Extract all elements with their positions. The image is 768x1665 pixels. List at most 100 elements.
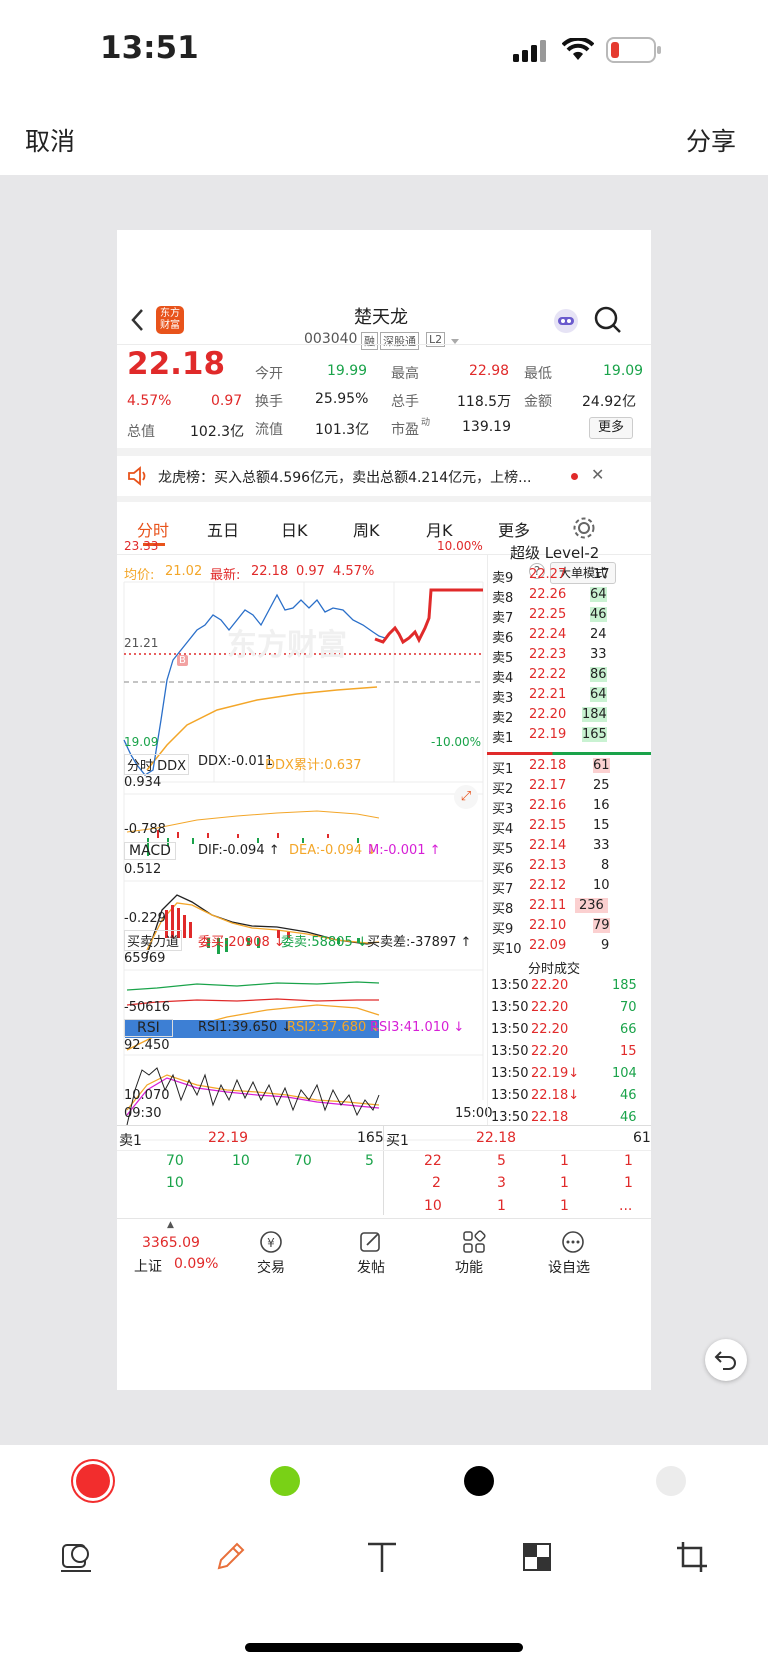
queue-sell-price: 22.19	[208, 1130, 249, 1146]
turnover-value: 25.95%	[315, 391, 369, 407]
trade-vol: 46	[620, 1110, 637, 1125]
bid-label: 买2	[492, 782, 514, 797]
trade-icon[interactable]: ¥	[258, 1230, 284, 1254]
index-name: 上证	[134, 1259, 162, 1275]
ask-price: 22.20	[529, 707, 567, 722]
queue-buy-label: 买1	[386, 1133, 409, 1149]
queue-sell-item: 10	[166, 1175, 184, 1191]
post-icon[interactable]	[358, 1230, 384, 1254]
bid-label: 买3	[492, 802, 514, 817]
bid-vol: 10	[593, 878, 610, 893]
ask-label: 卖1	[492, 731, 514, 746]
function-label[interactable]: 功能	[455, 1257, 483, 1277]
more-quote-button[interactable]: 更多	[589, 417, 634, 439]
ask-vol: 46	[590, 607, 607, 622]
search-icon[interactable]	[593, 305, 623, 335]
tab-more[interactable]: 更多	[498, 517, 530, 541]
crop-icon[interactable]	[675, 1540, 709, 1574]
tab-5day[interactable]: 五日	[207, 517, 239, 541]
expand-icon[interactable]: ⤢	[454, 785, 478, 809]
bid-label: 买9	[492, 922, 514, 937]
color-green-swatch[interactable]	[270, 1466, 300, 1496]
trade-vol: 46	[620, 1088, 637, 1103]
trade-time: 13:50	[491, 1022, 529, 1037]
bid-price: 22.15	[529, 818, 567, 833]
tag-connect: 深股通	[380, 332, 419, 350]
queue-sell-total: 165	[357, 1130, 384, 1146]
markup-layers-icon[interactable]	[60, 1540, 94, 1574]
tab-monthly[interactable]: 月K	[426, 517, 453, 541]
ask-price: 22.22	[529, 667, 567, 682]
undo-button[interactable]	[705, 1339, 747, 1381]
unread-dot	[571, 473, 578, 480]
text-tool-icon[interactable]	[365, 1540, 399, 1574]
volume-value: 118.5万	[457, 394, 512, 410]
bid-vol: 33	[593, 838, 610, 853]
watch-label[interactable]: 设自选	[548, 1257, 590, 1277]
queue-buy-item: 1	[560, 1198, 569, 1214]
rsi-selector[interactable]: RSI	[124, 1019, 173, 1037]
force-diff: 买卖差:-37897 ↑	[367, 935, 472, 950]
back-icon[interactable]	[129, 308, 145, 332]
trades-title[interactable]: 分时成交	[528, 958, 580, 977]
queue-sell-item: 70	[166, 1153, 184, 1169]
bid-vol: 8	[601, 858, 610, 873]
cancel-button[interactable]: 取消	[25, 122, 75, 158]
macd-dif: DIF:-0.094 ↑	[198, 843, 280, 858]
queue-buy-item: 1	[560, 1153, 569, 1169]
tab-daily[interactable]: 日K	[281, 517, 308, 541]
function-icon[interactable]	[462, 1230, 488, 1254]
battery-icon	[606, 37, 661, 63]
post-label[interactable]: 发帖	[357, 1257, 385, 1277]
color-white-swatch[interactable]	[656, 1466, 686, 1496]
gear-icon[interactable]	[572, 516, 596, 540]
color-black-swatch[interactable]	[464, 1466, 494, 1496]
queue-buy-item: 1	[560, 1175, 569, 1191]
ddx-axis-bottom: -0.788	[124, 822, 166, 837]
dragon-tiger-notice[interactable]: 龙虎榜：买入总额4.596亿元，卖出总额4.214亿元，上榜...	[158, 467, 532, 487]
pct-axis-top: 10.00%	[437, 539, 483, 553]
cellular-signal-icon	[513, 40, 546, 62]
ddx-selector[interactable]: 分时 DDX	[124, 754, 190, 775]
tab-intraday[interactable]: 分时	[137, 517, 169, 541]
bid-price: 22.17	[529, 778, 567, 793]
low-value: 19.09	[603, 363, 644, 379]
queue-sell-item: 70	[294, 1153, 312, 1169]
time-axis-start: 09:30	[124, 1106, 162, 1121]
color-palette	[0, 1445, 768, 1517]
macd-selector[interactable]: MACD	[124, 842, 176, 860]
close-icon[interactable]: ✕	[591, 465, 604, 484]
buy-marker[interactable]: B	[177, 655, 188, 666]
tab-weekly[interactable]: 周K	[353, 517, 380, 541]
trade-vol: 15	[620, 1044, 637, 1059]
queue-buy-item: 1	[497, 1198, 506, 1214]
macd-axis-top: 0.512	[124, 862, 162, 877]
color-red-swatch[interactable]	[76, 1464, 110, 1498]
trade-price: 22.20	[531, 1044, 569, 1059]
index-value[interactable]: 3365.09	[142, 1235, 200, 1251]
bid-label: 买4	[492, 822, 514, 837]
editor-toolbar	[0, 1517, 768, 1665]
mosaic-icon[interactable]	[522, 1542, 552, 1572]
ask-label: 卖5	[492, 651, 514, 666]
robot-assistant-icon[interactable]	[551, 306, 581, 336]
bid-price: 22.14	[529, 838, 567, 853]
share-button[interactable]: 分享	[686, 122, 736, 158]
ask-price: 22.21	[529, 687, 567, 702]
force-selector[interactable]: 买卖力道	[124, 930, 183, 951]
bid-label: 买10	[492, 942, 522, 957]
queue-sell-item: 5	[365, 1153, 374, 1169]
queue-buy-item: 5	[497, 1153, 506, 1169]
trade-time: 13:50	[491, 978, 529, 993]
trade-time: 13:50	[491, 1110, 529, 1125]
trade-price: 22.18↓	[531, 1088, 580, 1103]
more-dots-icon[interactable]	[560, 1230, 586, 1254]
ask-label: 卖2	[492, 711, 514, 726]
pe-sup: 动	[421, 418, 431, 428]
pen-icon[interactable]	[213, 1540, 247, 1574]
queue-buy-item: 1	[624, 1175, 633, 1191]
trade-label[interactable]: 交易	[257, 1257, 285, 1277]
price-axis-bottom: 19.09	[124, 735, 159, 749]
order-book-divider	[487, 752, 651, 755]
ask-vol: 33	[590, 647, 607, 662]
